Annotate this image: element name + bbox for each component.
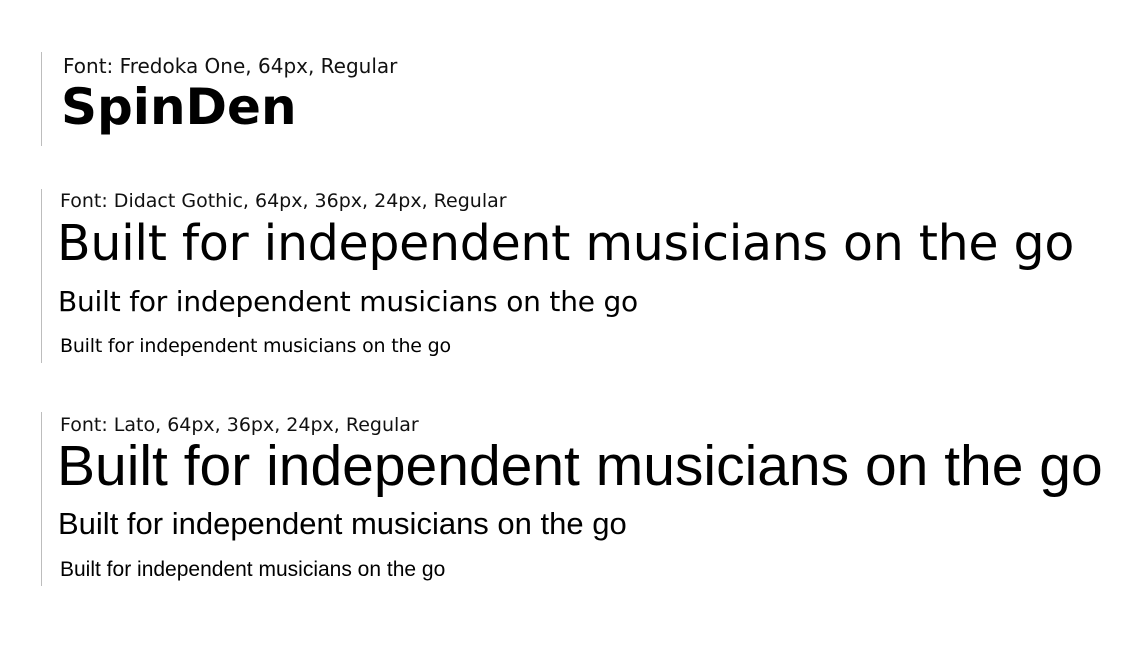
font-spec-label: Font: Lato, 64px, 36px, 24px, Regular (60, 414, 419, 436)
sample-text-36px: Built for independent musicians on the g… (58, 506, 627, 541)
font-specimen-fredoka: Font: Fredoka One, 64px, Regular SpinDen (41, 52, 397, 146)
font-specimen-lato: Font: Lato, 64px, 36px, 24px, Regular Bu… (41, 412, 1103, 586)
sample-text-36px: Built for independent musicians on the g… (58, 285, 638, 318)
font-spec-label: Font: Fredoka One, 64px, Regular (63, 54, 398, 78)
sample-text-64px: Built for independent musicians on the g… (57, 434, 1103, 498)
font-specimen-didact-gothic: Font: Didact Gothic, 64px, 36px, 24px, R… (41, 189, 1074, 363)
sample-text-24px: Built for independent musicians on the g… (60, 558, 446, 581)
sample-text-64px: Built for independent musicians on the g… (57, 215, 1075, 272)
brand-name-sample: SpinDen (61, 78, 297, 136)
font-spec-label: Font: Didact Gothic, 64px, 36px, 24px, R… (60, 190, 507, 212)
sample-text-24px: Built for independent musicians on the g… (60, 335, 451, 357)
